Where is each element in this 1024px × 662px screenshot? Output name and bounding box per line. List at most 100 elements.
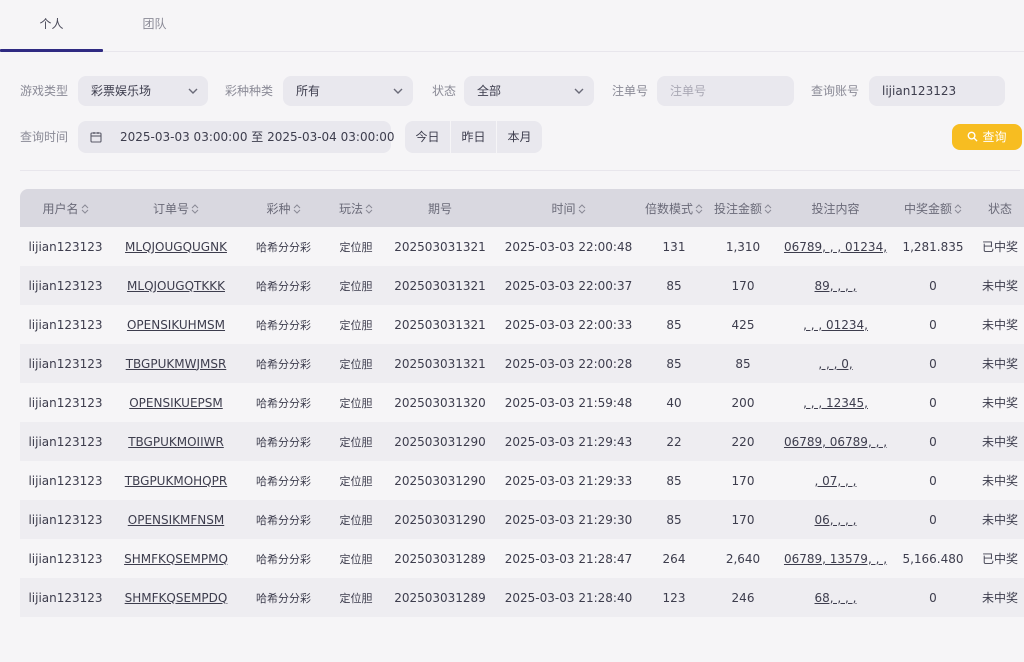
- search-icon: [968, 131, 979, 142]
- bets-table: 用户名 订单号 彩种 玩法 期号 时间 倍数模式 投注金额 投注内容 中奖金额 …: [20, 189, 1024, 621]
- cell-win-amount: 0: [929, 356, 937, 371]
- cell-lottery: 哈希分分彩: [256, 279, 311, 293]
- cell-bet-amount: 425: [731, 317, 755, 332]
- order-no-input[interactable]: 注单号: [657, 76, 794, 106]
- cell-bet-content-link[interactable]: , , , 12345,: [781, 383, 890, 422]
- cell-time: 2025-03-03 21:59:48: [504, 395, 633, 410]
- cell-issue: 202503031321: [394, 239, 486, 254]
- search-button[interactable]: 查询: [952, 124, 1022, 150]
- cell-win-amount: 0: [929, 317, 937, 332]
- cell-bet-content-link[interactable]: 06789, , , 01234,: [781, 227, 890, 266]
- tab-personal[interactable]: 个人: [0, 0, 103, 52]
- cell-win-amount: 0: [929, 512, 937, 527]
- lottery-kind-select[interactable]: 所有: [283, 76, 413, 106]
- cell-multiplier: 85: [666, 278, 682, 293]
- cell-lottery: 哈希分分彩: [256, 552, 311, 566]
- cell-bet-content-link[interactable]: 06, , , ,: [781, 500, 890, 539]
- cell-order-link[interactable]: SHMFKQSEMPMQ: [111, 539, 241, 578]
- cell-issue: 202503031289: [394, 590, 486, 605]
- cell-lottery: 哈希分分彩: [256, 318, 311, 332]
- column-header-win-amount[interactable]: 中奖金额: [890, 189, 976, 227]
- cell-order-link[interactable]: MLQJOUGQUGNK: [111, 227, 241, 266]
- cell-time: 2025-03-03 21:29:33: [504, 473, 633, 488]
- tab-team[interactable]: 团队: [103, 0, 206, 52]
- cell-issue: 202503031290: [394, 434, 486, 449]
- table-row: lijian123123 OPENSIKMFNSM 哈希分分彩 定位胆 2025…: [20, 500, 1024, 539]
- active-tab-indicator: [0, 49, 103, 52]
- sort-icon: [954, 203, 962, 214]
- date-range-picker[interactable]: 2025-03-03 03:00:00 至 2025-03-04 03:00:0…: [78, 121, 395, 153]
- cell-time: 2025-03-03 22:00:28: [504, 356, 633, 371]
- column-header-multiplier[interactable]: 倍数模式: [643, 189, 705, 227]
- cell-bet-content-link[interactable]: 06789, 06789, , ,: [781, 422, 890, 461]
- cell-play: 定位胆: [339, 279, 373, 293]
- cell-bet-content-link[interactable]: 06789, 13579, , ,: [781, 539, 890, 578]
- cell-lottery: 哈希分分彩: [256, 513, 311, 527]
- table-header: 用户名 订单号 彩种 玩法 期号 时间 倍数模式 投注金额 投注内容 中奖金额 …: [20, 189, 1024, 227]
- table-row: lijian123123 MLQJOUGQTKKK 哈希分分彩 定位胆 2025…: [20, 266, 1024, 305]
- column-header-lottery[interactable]: 彩种: [241, 189, 326, 227]
- cell-issue: 202503031320: [394, 395, 486, 410]
- cell-time: 2025-03-03 22:00:37: [504, 278, 633, 293]
- cell-multiplier: 123: [662, 590, 686, 605]
- divider: [20, 170, 1020, 171]
- query-account-label: 查询账号: [811, 84, 860, 98]
- cell-bet-amount: 246: [731, 590, 755, 605]
- cell-issue: 202503031290: [394, 473, 486, 488]
- table-row: lijian123123 MLQJOUGQUGNK 哈希分分彩 定位胆 2025…: [20, 227, 1024, 266]
- column-header-order-no[interactable]: 订单号: [111, 189, 241, 227]
- sort-icon: [81, 203, 88, 214]
- query-account-input[interactable]: lijian123123: [869, 76, 1005, 106]
- cell-bet-amount: 200: [731, 395, 755, 410]
- cell-win-amount: 1,281.835: [902, 239, 964, 254]
- column-header-bet-amount[interactable]: 投注金额: [705, 189, 781, 227]
- cell-bet-amount: 170: [731, 512, 755, 527]
- cell-multiplier: 40: [666, 395, 682, 410]
- order-no-label: 注单号: [612, 84, 649, 98]
- table-row: lijian123123 TBGPUKMOHQPR 哈希分分彩 定位胆 2025…: [20, 461, 1024, 500]
- cell-multiplier: 85: [666, 317, 682, 332]
- cell-bet-content-link[interactable]: , 07, , ,: [781, 461, 890, 500]
- cell-bet-content-link[interactable]: , , , 01234,: [781, 305, 890, 344]
- chevron-down-icon: [188, 88, 198, 94]
- cell-bet-content-link[interactable]: 89, , , ,: [781, 266, 890, 305]
- cell-bet-content-link[interactable]: 68, , , ,: [781, 578, 890, 617]
- cell-play: 定位胆: [339, 513, 373, 527]
- cell-multiplier: 264: [662, 551, 686, 566]
- cell-play: 定位胆: [339, 357, 373, 371]
- column-header-bet-content: 投注内容: [811, 201, 860, 216]
- cell-bet-content-link[interactable]: , , , 0,: [781, 344, 890, 383]
- cell-status: 未中奖: [981, 279, 1018, 293]
- cell-win-amount: 0: [929, 473, 937, 488]
- column-header-play[interactable]: 玩法: [326, 189, 386, 227]
- column-header-time[interactable]: 时间: [494, 189, 643, 227]
- quick-today-button[interactable]: 今日: [405, 121, 450, 153]
- cell-username: lijian123123: [28, 551, 103, 566]
- cell-play: 定位胆: [339, 318, 373, 332]
- status-label: 状态: [432, 84, 457, 98]
- cell-username: lijian123123: [28, 239, 103, 254]
- cell-order-link[interactable]: SHMFKQSEMPDQ: [111, 578, 241, 617]
- column-header-username[interactable]: 用户名: [20, 189, 111, 227]
- game-type-select[interactable]: 彩票娱乐场: [78, 76, 208, 106]
- cell-order-link[interactable]: OPENSIKMFNSM: [111, 500, 241, 539]
- cell-bet-amount: 170: [731, 473, 755, 488]
- cell-lottery: 哈希分分彩: [256, 396, 311, 410]
- cell-multiplier: 85: [666, 512, 682, 527]
- quick-month-button[interactable]: 本月: [497, 121, 542, 153]
- cell-order-link[interactable]: OPENSIKUEPSM: [111, 383, 241, 422]
- column-header-issue: 期号: [427, 201, 452, 216]
- status-select[interactable]: 全部: [464, 76, 594, 106]
- quick-yesterday-button[interactable]: 昨日: [451, 121, 496, 153]
- cell-order-link[interactable]: TBGPUKMOHQPR: [111, 461, 241, 500]
- query-time-label: 查询时间: [20, 130, 69, 144]
- cell-multiplier: 85: [666, 473, 682, 488]
- cell-order-link[interactable]: TBGPUKMOIIWR: [111, 422, 241, 461]
- cell-win-amount: 0: [929, 395, 937, 410]
- cell-order-link[interactable]: OPENSIKUHMSM: [111, 305, 241, 344]
- cell-order-link[interactable]: TBGPUKMWJMSR: [111, 344, 241, 383]
- cell-play: 定位胆: [339, 474, 373, 488]
- cell-order-link[interactable]: MLQJOUGQTKKK: [111, 266, 241, 305]
- date-range-text: 2025-03-03 03:00:00 至 2025-03-04 03:00:0…: [120, 130, 395, 144]
- cell-username: lijian123123: [28, 473, 103, 488]
